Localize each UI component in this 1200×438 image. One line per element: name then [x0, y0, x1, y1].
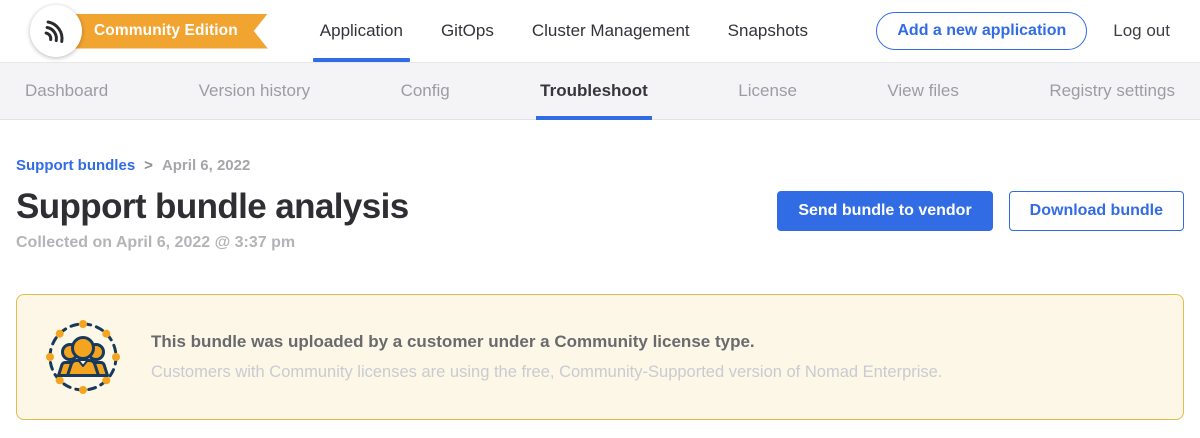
- tab-cluster-management[interactable]: Cluster Management: [532, 0, 690, 62]
- subnav-item-config[interactable]: Config: [401, 63, 450, 119]
- replicated-logo-icon[interactable]: [30, 5, 82, 57]
- community-license-notice: This bundle was uploaded by a customer u…: [16, 294, 1184, 420]
- subnav-item-version-history[interactable]: Version history: [199, 63, 311, 119]
- subnav-item-registry-settings[interactable]: Registry settings: [1049, 63, 1175, 119]
- download-bundle-button[interactable]: Download bundle: [1009, 191, 1184, 231]
- page-title-block: Support bundle analysis Collected on Apr…: [16, 188, 409, 252]
- send-bundle-to-vendor-button[interactable]: Send bundle to vendor: [777, 191, 992, 231]
- breadcrumb-support-bundles-link[interactable]: Support bundles: [16, 157, 135, 174]
- topnav-right: Add a new application Log out: [876, 12, 1200, 50]
- community-group-icon: [45, 319, 121, 395]
- breadcrumb: Support bundles > April 6, 2022: [16, 157, 1184, 174]
- page-header: Support bundle analysis Collected on Apr…: [16, 188, 1184, 252]
- replicated-logo-glyph: [41, 16, 71, 46]
- bundle-actions: Send bundle to vendor Download bundle: [777, 188, 1184, 231]
- notice-subtitle: Customers with Community licenses are us…: [151, 363, 942, 382]
- subnav-item-view-files[interactable]: View files: [887, 63, 959, 119]
- page-title: Support bundle analysis: [16, 188, 409, 227]
- top-navigation: Community Edition Application GitOps Clu…: [0, 0, 1200, 62]
- add-new-application-button[interactable]: Add a new application: [876, 12, 1087, 50]
- topnav-tabs: Application GitOps Cluster Management Sn…: [320, 0, 846, 62]
- brand: Community Edition: [30, 5, 268, 57]
- notice-text-block: This bundle was uploaded by a customer u…: [151, 332, 942, 382]
- main-content: Support bundles > April 6, 2022 Support …: [0, 157, 1200, 420]
- breadcrumb-current-bundle: April 6, 2022: [162, 157, 250, 174]
- tab-snapshots[interactable]: Snapshots: [728, 0, 808, 62]
- log-out-link[interactable]: Log out: [1113, 21, 1170, 41]
- collected-timestamp: Collected on April 6, 2022 @ 3:37 pm: [16, 234, 409, 252]
- subnav-item-license[interactable]: License: [738, 63, 797, 119]
- app-sub-navigation: Dashboard Version history Config Trouble…: [0, 62, 1200, 120]
- tab-application[interactable]: Application: [320, 0, 403, 62]
- breadcrumb-separator: >: [144, 157, 153, 174]
- notice-title: This bundle was uploaded by a customer u…: [151, 332, 942, 352]
- subnav-item-troubleshoot[interactable]: Troubleshoot: [540, 63, 648, 119]
- tab-gitops[interactable]: GitOps: [441, 0, 494, 62]
- subnav-item-dashboard[interactable]: Dashboard: [25, 63, 108, 119]
